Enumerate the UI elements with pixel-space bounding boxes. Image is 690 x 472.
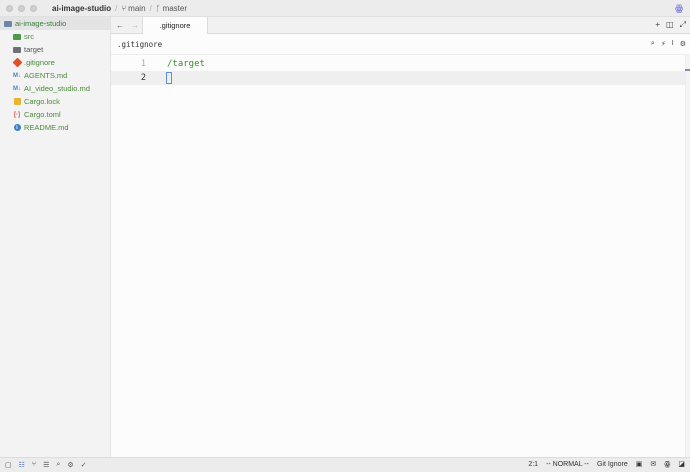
title-bar: ai-image-studio / ⑂ main / ᚴ master ꙮ [0, 0, 690, 17]
outline-panel-icon[interactable]: ☰ [43, 461, 49, 469]
tree-item-gitignore[interactable]: .gitignore [0, 56, 110, 69]
minimize-window-button[interactable] [18, 4, 25, 12]
new-tab-plus-icon[interactable]: + [655, 20, 660, 30]
project-sidebar: ai-image-studio src target .gitignore M↓… [0, 17, 111, 457]
markdown-icon: M↓ [13, 72, 21, 79]
branch-selector[interactable]: ⑂ main [121, 4, 145, 13]
breadcrumb[interactable]: .gitignore [117, 40, 162, 49]
folder-icon [13, 46, 21, 54]
tree-item-readme-md[interactable]: i README.md [0, 121, 110, 134]
tab-bar: ← → .gitignore + ◫ ⤢ [111, 17, 690, 34]
git-panel-icon[interactable]: ⑂ [32, 461, 36, 469]
split-pane-icon[interactable]: ◫ [666, 20, 674, 30]
terminal-icon[interactable]: ▣ [636, 460, 643, 468]
branch-name: main [128, 3, 146, 13]
status-bar-left: ▢ ☷ ⑂ ☰ ⌕ ⚙ ✓ [5, 461, 86, 469]
code-actions-icon[interactable]: ⚡ [661, 40, 666, 48]
tree-item-cargo-toml[interactable]: [·] Cargo.toml [0, 108, 110, 121]
block-cursor [166, 72, 172, 84]
tree-item-cargo-lock[interactable]: Cargo.lock [0, 95, 110, 108]
editor-line[interactable]: 1 /target [111, 57, 685, 71]
toggle-sidebar-icon[interactable]: ▢ [5, 461, 12, 469]
close-window-button[interactable] [6, 4, 13, 12]
git-icon [12, 57, 22, 68]
line-number: 1 [140, 59, 146, 69]
maximize-window-button[interactable] [30, 4, 37, 12]
project-panel-icon[interactable]: ☷ [19, 461, 25, 469]
cursor-position[interactable]: 2:1 [528, 461, 538, 468]
expand-icon[interactable]: ⤢ [680, 20, 686, 30]
forward-arrow-icon[interactable]: → [129, 21, 141, 30]
status-bar-right: 2:1 -- NORMAL -- Git Ignore ▣ ✉ ꙮ ◪ [528, 460, 685, 469]
settings-sliders-icon[interactable]: ⚙ [680, 40, 686, 48]
lock-icon [13, 98, 21, 106]
tree-root-label: ai-image-studio [15, 19, 67, 28]
markdown-icon: M↓ [13, 85, 21, 92]
tree-item-label: target [24, 45, 44, 54]
line-number: 2 [140, 73, 146, 83]
folder-icon [13, 33, 21, 41]
code-editor[interactable]: 1 /target 2 [111, 55, 690, 457]
back-arrow-icon[interactable]: ← [114, 21, 126, 30]
language-selector[interactable]: Git Ignore [597, 461, 628, 468]
search-icon[interactable]: ⌕ [56, 461, 60, 469]
diagnostics-icon[interactable]: ⚙ [67, 461, 73, 469]
tree-item-label: .gitignore [24, 58, 55, 67]
remote-branch-name: master [162, 3, 188, 13]
tree-item-label: README.md [24, 123, 69, 132]
tree-root-folder[interactable]: ai-image-studio [0, 17, 110, 30]
checkmark-icon[interactable]: ✓ [81, 461, 87, 469]
tree-item-ai-video-studio-md[interactable]: M↓ AI_video_studio.md [0, 82, 110, 95]
editor-line-active[interactable]: 2 [111, 71, 685, 85]
tree-item-label: AGENTS.md [24, 71, 68, 80]
vim-mode-indicator: -- NORMAL -- [546, 460, 589, 468]
git-branch-icon: ᚴ [155, 3, 161, 13]
tab-label: .gitignore [159, 21, 191, 30]
tree-item-agents-md[interactable]: M↓ AGENTS.md [0, 69, 110, 82]
title-separator: / [115, 3, 118, 13]
tree-item-label: Cargo.lock [24, 97, 60, 106]
chat-icon[interactable]: ✉ [650, 460, 656, 468]
info-icon: i [13, 124, 21, 132]
breadcrumb-bar: .gitignore ⌕ ⚡ I ⚙ [111, 34, 690, 55]
line-text: /target [167, 59, 205, 69]
assistant-icon[interactable]: ꙮ [675, 3, 683, 14]
tree-item-target[interactable]: target [0, 43, 110, 56]
window-controls [6, 4, 37, 12]
toml-icon: [·] [14, 111, 20, 118]
scrollbar-cursor-marker [685, 69, 690, 71]
text-cursor-icon[interactable]: I [672, 40, 674, 48]
title-separator: / [149, 3, 152, 13]
editor-scrollbar[interactable] [685, 55, 690, 457]
tree-item-label: Cargo.toml [24, 110, 61, 119]
branch-icon: ⑂ [121, 3, 127, 13]
tab-actions: + ◫ ⤢ [655, 20, 686, 30]
notifications-icon[interactable]: ◪ [678, 460, 685, 468]
project-name[interactable]: ai-image-studio [52, 4, 111, 13]
assistant-icon[interactable]: ꙮ [664, 460, 670, 468]
tab-gitignore[interactable]: .gitignore [142, 17, 208, 34]
tree-item-label: AI_video_studio.md [24, 84, 90, 93]
tree-item-src[interactable]: src [0, 30, 110, 43]
editor-actions: ⌕ ⚡ I ⚙ [651, 40, 686, 48]
status-bar: ▢ ☷ ⑂ ☰ ⌕ ⚙ ✓ 2:1 -- NORMAL -- Git Ignor… [0, 457, 690, 472]
folder-open-icon [4, 20, 12, 28]
search-icon[interactable]: ⌕ [651, 40, 655, 48]
remote-branch-selector[interactable]: ᚴ master [156, 4, 187, 13]
tree-item-label: src [24, 32, 34, 41]
